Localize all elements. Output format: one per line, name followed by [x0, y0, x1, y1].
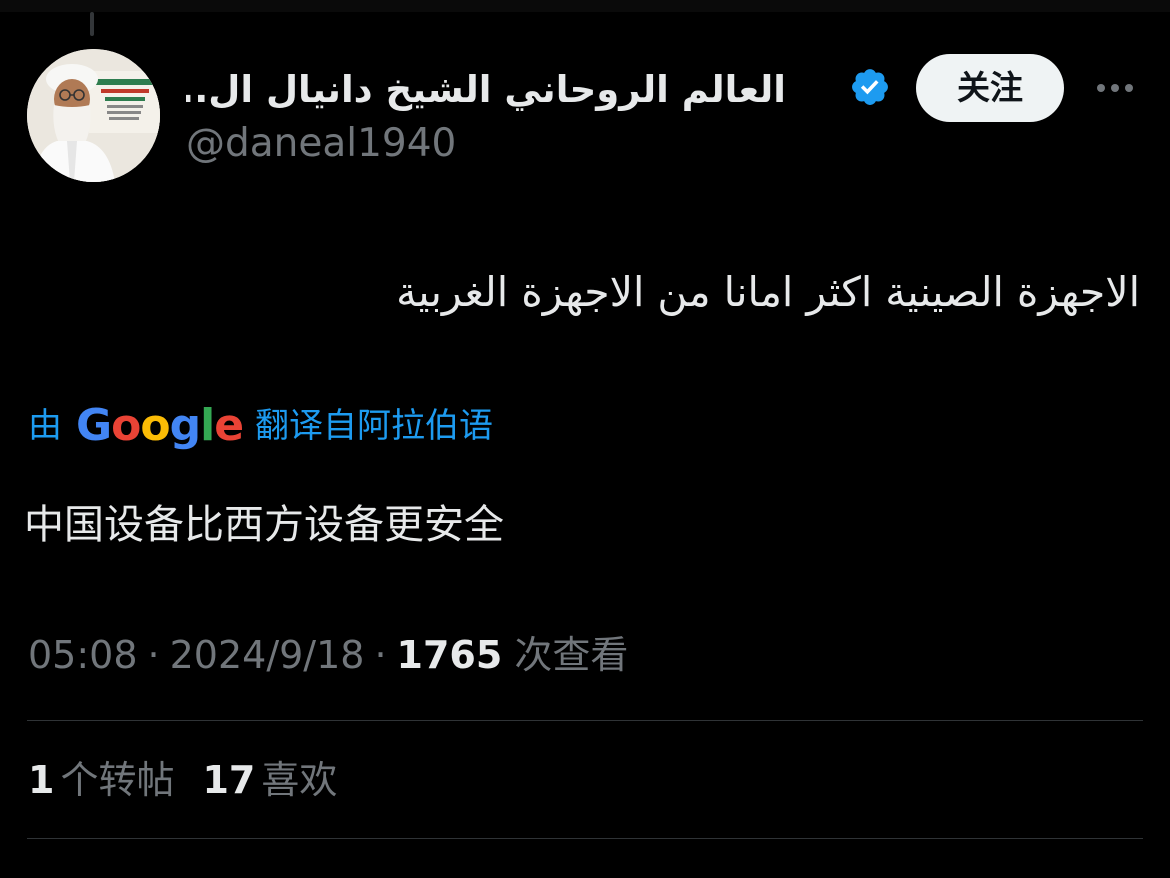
author-handle[interactable]: @daneal1940 [186, 118, 456, 170]
divider [27, 838, 1143, 839]
translated-from-label[interactable]: 翻译自阿拉伯语 [255, 398, 493, 454]
meta-separator: · [147, 633, 160, 677]
top-edge-bar [0, 0, 1170, 12]
more-options-button[interactable] [1090, 68, 1140, 108]
google-logo: Google [76, 400, 244, 451]
likes-stat[interactable]: 17 喜欢 [202, 752, 337, 808]
tweet-text: الاجهزة الصينية اكثر امانا من الاجهزة ال… [396, 268, 1140, 316]
likes-label: 喜欢 [261, 758, 338, 802]
more-horizontal-icon-dot-3 [1125, 84, 1133, 92]
thread-connector-line [90, 12, 94, 36]
views-label: 次查看 [514, 633, 629, 677]
divider [27, 720, 1143, 721]
translation-attribution: 由 Google 翻译自阿拉伯语 [28, 398, 493, 454]
translated-by-prefix: 由 [28, 406, 62, 446]
meta-separator: · [374, 633, 387, 677]
views-count: 1765 [396, 633, 503, 677]
reposts-stat[interactable]: 1 个转帖 [28, 752, 174, 808]
reposts-label: 个转帖 [60, 758, 175, 802]
bottom-edge [0, 866, 1170, 878]
author-display-name[interactable]: العالم الروحاني الشيخ دانيال ال... [186, 62, 786, 118]
follow-button[interactable]: 关注 [916, 54, 1064, 122]
tweet-time[interactable]: 05:08 [28, 628, 138, 682]
tweet-meta: 05:08 · 2024/9/18 · 1765 次查看 [28, 628, 628, 682]
translated-tweet-text: 中国设备比西方设备更安全 [24, 502, 504, 548]
more-horizontal-icon-dot-2 [1111, 84, 1119, 92]
verified-badge-icon[interactable] [849, 66, 891, 108]
reposts-count: 1 [28, 758, 55, 802]
avatar[interactable] [27, 49, 160, 182]
avatar-image [27, 49, 160, 182]
likes-count: 17 [202, 758, 256, 802]
tweet-date[interactable]: 2024/9/18 [170, 628, 365, 682]
engagement-stats: 1 个转帖 17 喜欢 [28, 752, 337, 808]
more-horizontal-icon-dot-1 [1097, 84, 1105, 92]
